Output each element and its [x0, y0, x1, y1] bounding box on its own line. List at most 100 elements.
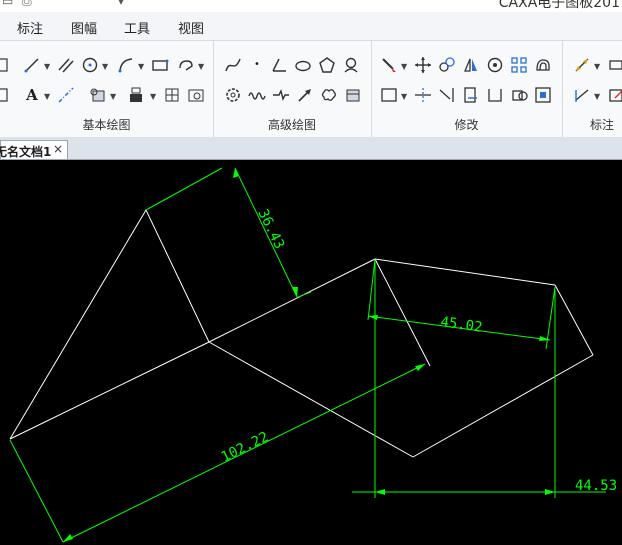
drawing-canvas[interactable]: 36.43 102.22 45.02 44.53 — [0, 160, 622, 545]
dimension-icon[interactable] — [572, 55, 592, 75]
chevron-down-icon[interactable]: ▼ — [110, 92, 116, 101]
edge-line[interactable] — [208, 341, 414, 458]
chevron-down-icon[interactable]: ▼ — [150, 92, 156, 101]
ribbon: ▼ ▼ ▼ ▼ A ▼ ▼ ▼ 基本绘图 • 高级绘图 ▼ ▼ 修改 ▼ ▼ 标… — [0, 40, 622, 138]
extension-line — [145, 167, 223, 211]
drawing-svg[interactable]: 36.43 102.22 45.02 44.53 — [0, 160, 622, 545]
circle-icon[interactable] — [80, 55, 100, 75]
table-insert-icon[interactable] — [343, 85, 363, 105]
title-bar: ▭ ⎙ ▾ CAXA电子图板201 — [0, 0, 622, 12]
tolerance-icon[interactable] — [572, 85, 592, 105]
cloud-line-icon[interactable] — [319, 85, 339, 105]
spline-icon[interactable] — [223, 55, 243, 75]
quick-access-icon[interactable]: ▭ — [2, 0, 13, 8]
document-tab[interactable]: 无名文档1 × — [0, 140, 68, 159]
coordinate-dim-icon[interactable] — [606, 55, 622, 75]
ribbon-group-label: 基本绘图 — [82, 118, 131, 132]
fillet-icon[interactable] — [485, 85, 505, 105]
hatch-icon[interactable] — [88, 85, 108, 105]
move-icon[interactable] — [413, 55, 433, 75]
trim-icon[interactable] — [413, 85, 433, 105]
extension-line — [297, 291, 312, 298]
chevron-down-icon[interactable]: ▼ — [594, 62, 600, 71]
line-icon[interactable] — [22, 55, 42, 75]
document-tab-bar: 无名文档1 × — [0, 137, 622, 160]
arrowhead — [63, 534, 73, 542]
copy-icon[interactable] — [437, 55, 457, 75]
centerline-icon[interactable] — [56, 85, 76, 105]
angle-line-icon[interactable] — [269, 55, 289, 75]
menu-tools[interactable]: 工具 — [124, 18, 150, 37]
dimension-text-45-02[interactable]: 45.02 — [439, 314, 483, 336]
ellipse-icon[interactable] — [293, 55, 313, 75]
chevron-down-icon[interactable]: ▼ — [138, 62, 144, 71]
extension-line — [367, 258, 376, 321]
close-icon[interactable]: × — [53, 142, 63, 156]
menu-annotate[interactable]: 标注 — [17, 18, 43, 37]
menu-bar: 标注 图幅 工具 视图 — [0, 12, 622, 40]
chevron-down-icon[interactable]: ▼ — [594, 92, 600, 101]
edge-line[interactable] — [554, 284, 594, 356]
wave-line-icon[interactable] — [247, 85, 267, 105]
extension-line — [9, 439, 64, 543]
point-icon[interactable]: • — [247, 55, 267, 75]
polyline-icon[interactable] — [176, 55, 196, 75]
select-icon[interactable] — [0, 55, 14, 75]
break-line-icon[interactable] — [271, 85, 291, 105]
rectangle-icon[interactable] — [150, 55, 170, 75]
chevron-down-icon[interactable]: ▼ — [44, 92, 50, 101]
dimension-text-36-43[interactable]: 36.43 — [254, 207, 287, 252]
eraser-icon[interactable] — [379, 55, 399, 75]
chevron-down-icon[interactable]: ▼ — [102, 62, 108, 71]
offset-icon[interactable] — [533, 55, 553, 75]
arrowhead — [415, 364, 425, 371]
edge-line[interactable] — [374, 258, 556, 286]
arrowhead — [292, 287, 298, 297]
quick-access-dropdown-icon[interactable]: ▾ — [118, 0, 124, 8]
arrow-icon[interactable] — [295, 85, 315, 105]
hatch-pattern-icon[interactable] — [162, 85, 182, 105]
menu-drawing-frame[interactable]: 图幅 — [71, 18, 97, 37]
triangle-edge[interactable] — [9, 208, 210, 440]
chevron-down-icon[interactable]: ▼ — [198, 62, 204, 71]
fill-icon[interactable] — [186, 85, 206, 105]
ribbon-group-basic-drawing: ▼ ▼ ▼ ▼ A ▼ ▼ ▼ 基本绘图 — [0, 41, 214, 137]
geometry — [9, 208, 594, 458]
window-select-icon[interactable] — [379, 85, 399, 105]
break-icon[interactable] — [461, 85, 481, 105]
text-icon[interactable]: A — [22, 85, 42, 105]
chamfer-icon[interactable] — [509, 85, 529, 105]
dimensions — [9, 167, 606, 543]
chevron-down-icon[interactable]: ▼ — [401, 62, 407, 71]
arrowhead — [545, 489, 555, 495]
array-icon[interactable] — [509, 55, 529, 75]
extend-icon[interactable] — [437, 85, 457, 105]
block-icon[interactable] — [126, 85, 146, 105]
select-row2-icon[interactable] — [0, 85, 14, 105]
arc-icon[interactable] — [116, 55, 136, 75]
edge-line[interactable] — [9, 341, 210, 440]
ribbon-group-annotate: ▼ ▼ 标注 — [562, 41, 622, 137]
edge-line[interactable] — [374, 258, 431, 367]
ribbon-group-label: 高级绘图 — [267, 118, 316, 132]
text-edit-icon[interactable] — [606, 85, 622, 105]
ribbon-group-label: 标注 — [590, 118, 615, 132]
chevron-down-icon[interactable]: ▼ — [44, 62, 50, 71]
gear-icon[interactable] — [223, 85, 243, 105]
app-title: CAXA电子图板201 — [498, 0, 620, 11]
polygon-icon[interactable] — [317, 55, 337, 75]
dimension-text-44-53[interactable]: 44.53 — [575, 478, 617, 494]
parallel-icon[interactable] — [56, 55, 76, 75]
centering-hole-icon[interactable] — [341, 55, 361, 75]
menu-view[interactable]: 视图 — [178, 18, 204, 37]
chevron-down-icon[interactable]: ▼ — [401, 92, 407, 101]
mirror-icon[interactable] — [461, 55, 481, 75]
rotate-icon[interactable] — [485, 55, 505, 75]
dimension-text-102-22[interactable]: 102.22 — [219, 429, 271, 466]
edge-line[interactable] — [412, 354, 594, 458]
document-tab-label: 无名文档1 — [0, 145, 52, 159]
print-icon[interactable]: ⎙ — [22, 0, 32, 9]
explode-icon[interactable] — [533, 85, 553, 105]
edge-line[interactable] — [208, 258, 376, 343]
ribbon-group-label: 修改 — [454, 118, 479, 132]
